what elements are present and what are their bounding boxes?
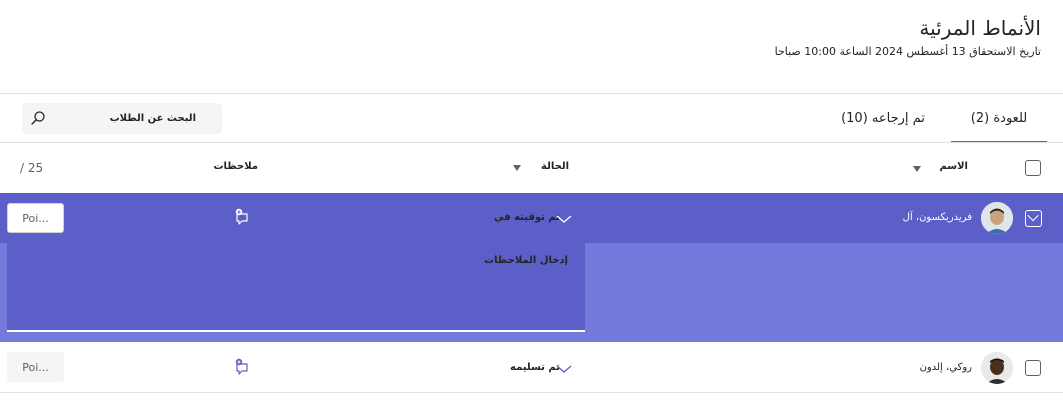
points-input[interactable]: Poi...: [7, 352, 64, 382]
tab-bar: للعودة (2) تم إرجاعه (10) البحث عن الطلا…: [0, 94, 1063, 143]
chevron-down-icon[interactable]: [555, 363, 573, 375]
column-feedback-header: ملاحظات: [213, 161, 258, 172]
status-text: تم تسليمه: [510, 362, 560, 373]
avatar: [981, 202, 1013, 234]
student-name: روكي، إلدون: [919, 362, 972, 373]
search-icon: [31, 111, 45, 125]
table-row[interactable]: روكي، إلدون تم تسليمه Poi...: [0, 343, 1063, 393]
points-input[interactable]: Poi...: [7, 203, 64, 233]
tab-returned[interactable]: تم إرجاعه (10): [833, 94, 933, 143]
add-feedback-icon[interactable]: [234, 358, 252, 376]
chevron-down-icon[interactable]: [555, 213, 573, 225]
column-name-header[interactable]: الاسم: [939, 161, 968, 172]
tab-returned-label: تم إرجاعه (10): [841, 111, 925, 126]
feedback-placeholder: إدخال الملاحظات: [484, 255, 568, 266]
status-text: تم توقيته في: [493, 212, 560, 223]
page-title: الأنماط المرئية: [919, 16, 1041, 40]
add-feedback-icon[interactable]: [234, 208, 252, 226]
student-name: فريدريكسون، آل: [902, 212, 972, 223]
table-header: الاسم الحالة ملاحظات / 25: [0, 143, 1063, 193]
tab-to-return[interactable]: للعودة (2): [951, 94, 1047, 143]
avatar: [981, 352, 1013, 384]
sort-caret-icon[interactable]: [513, 165, 521, 171]
row-checkbox[interactable]: [1025, 360, 1041, 376]
search-placeholder: البحث عن الطلاب: [109, 113, 196, 124]
column-points-header: / 25: [20, 161, 44, 175]
check-mark-icon: [1027, 209, 1039, 222]
feedback-panel: إدخال الملاحظات: [0, 243, 1063, 342]
table-row[interactable]: فريدريكسون، آل تم توقيته في Poi...: [0, 193, 1063, 243]
assignment-header: الأنماط المرئية تاريخ الاستحقاق 13 أغسطس…: [0, 0, 1063, 94]
due-date: تاريخ الاستحقاق 13 أغسطس 2024 الساعة 10:…: [774, 45, 1041, 58]
select-all-checkbox[interactable]: [1025, 160, 1041, 176]
student-search-input[interactable]: البحث عن الطلاب: [22, 103, 222, 134]
sort-caret-icon[interactable]: [913, 166, 921, 172]
tab-to-return-label: للعودة (2): [970, 111, 1028, 126]
row-checkbox[interactable]: [1025, 209, 1042, 227]
feedback-input[interactable]: إدخال الملاحظات: [7, 243, 585, 332]
column-status-header[interactable]: الحالة: [541, 161, 569, 172]
